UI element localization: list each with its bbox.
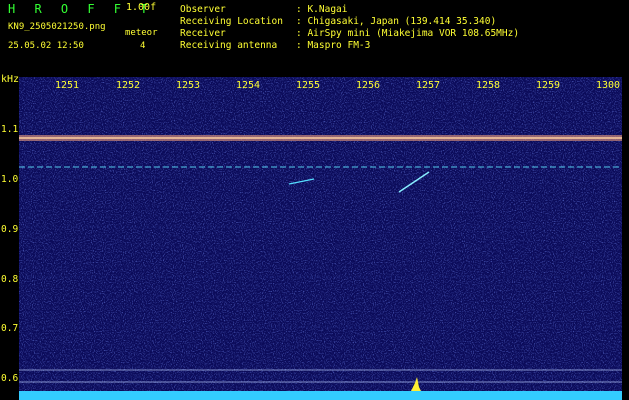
x-tick-6: 1256	[356, 80, 381, 91]
location-label: Receiving Location	[180, 16, 283, 27]
meteor-label: meteor	[125, 28, 158, 38]
y-tick-3: 0.9	[1, 224, 19, 235]
x-tick-9: 1259	[536, 80, 561, 91]
x-tick-7: 1257	[416, 80, 441, 91]
app-version: 1.00f	[126, 2, 157, 13]
noise-floor	[19, 391, 622, 400]
receiver-value: : AirSpy mini (Miakejima VOR 108.65MHz)	[296, 28, 520, 39]
receiver-label: Receiver	[180, 28, 226, 39]
antenna-label: Receiving antenna	[180, 40, 278, 51]
y-tick-5: 0.7	[1, 323, 19, 334]
observer-value: : K.Nagai	[296, 4, 348, 15]
y-tick-2: 1.0	[1, 174, 19, 185]
y-tick-6: 0.6	[1, 373, 19, 384]
antenna-value: : Maspro FM-3	[296, 40, 371, 51]
x-tick-3: 1253	[176, 80, 201, 91]
x-tick-10: 1300	[596, 80, 621, 91]
x-tick-1: 1251	[55, 80, 80, 91]
x-tick-5: 1255	[296, 80, 321, 91]
location-value: : Chigasaki, Japan (139.414 35.340)	[296, 16, 497, 27]
x-tick-4: 1254	[236, 80, 261, 91]
y-tick-4: 0.8	[1, 274, 19, 285]
x-tick-2: 1252	[116, 80, 141, 91]
y-tick-1: 1.1	[1, 124, 19, 135]
y-axis-unit: kHz	[1, 74, 20, 85]
observer-label: Observer	[180, 4, 226, 15]
spectrogram	[19, 77, 622, 400]
x-tick-8: 1258	[476, 80, 501, 91]
meteor-count: 4	[140, 41, 146, 51]
date-time: 25.05.02 12:50	[8, 41, 84, 51]
file-name: KN9_2505021250.png	[8, 22, 106, 32]
noise-texture	[19, 77, 622, 400]
